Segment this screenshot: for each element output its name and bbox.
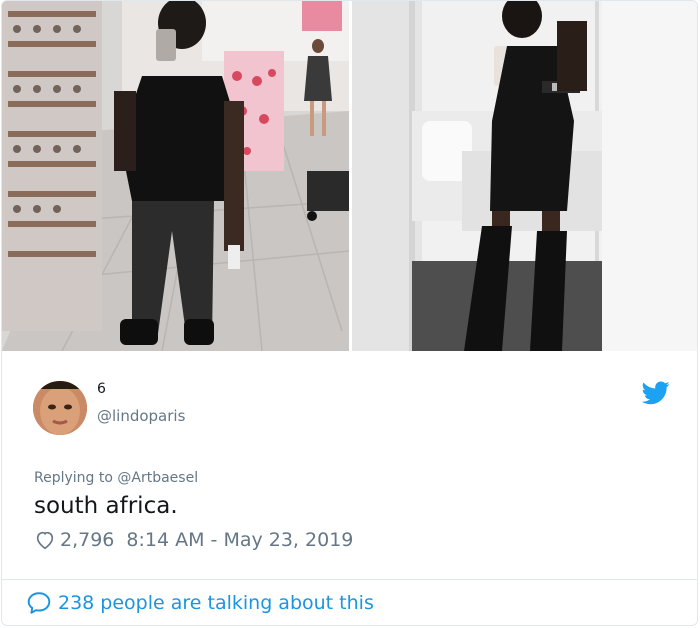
heart-outline-icon[interactable]: [34, 529, 56, 551]
display-name[interactable]: 6: [97, 381, 106, 397]
tweet-header: 6 @lindoparis: [2, 351, 697, 461]
avatar[interactable]: [33, 381, 87, 435]
speech-bubble-icon: [26, 590, 52, 616]
tweet-card: 6 @lindoparis Replying to @Artbaesel sou…: [1, 0, 698, 626]
photo-mirror-selfie[interactable]: [352, 1, 697, 351]
conversation-text[interactable]: 238 people are talking about this: [58, 592, 374, 614]
divider: [2, 579, 697, 580]
like-count[interactable]: 2,796: [60, 529, 114, 551]
tweet-meta: 2,796 8:14 AM - May 23, 2019: [34, 529, 353, 551]
conversation-link[interactable]: 238 people are talking about this: [26, 590, 374, 616]
tweet-timestamp[interactable]: 8:14 AM - May 23, 2019: [126, 529, 353, 551]
user-handle[interactable]: @lindoparis: [97, 407, 185, 425]
photo-store-selfie[interactable]: [2, 1, 349, 351]
replying-to: Replying to @Artbaesel: [34, 470, 198, 486]
tweet-text: south africa.: [34, 493, 178, 519]
twitter-bird-icon[interactable]: [641, 381, 670, 405]
reply-target-link[interactable]: @Artbaesel: [117, 470, 198, 486]
replying-prefix: Replying to: [34, 470, 113, 486]
tweet-media[interactable]: [2, 1, 697, 351]
